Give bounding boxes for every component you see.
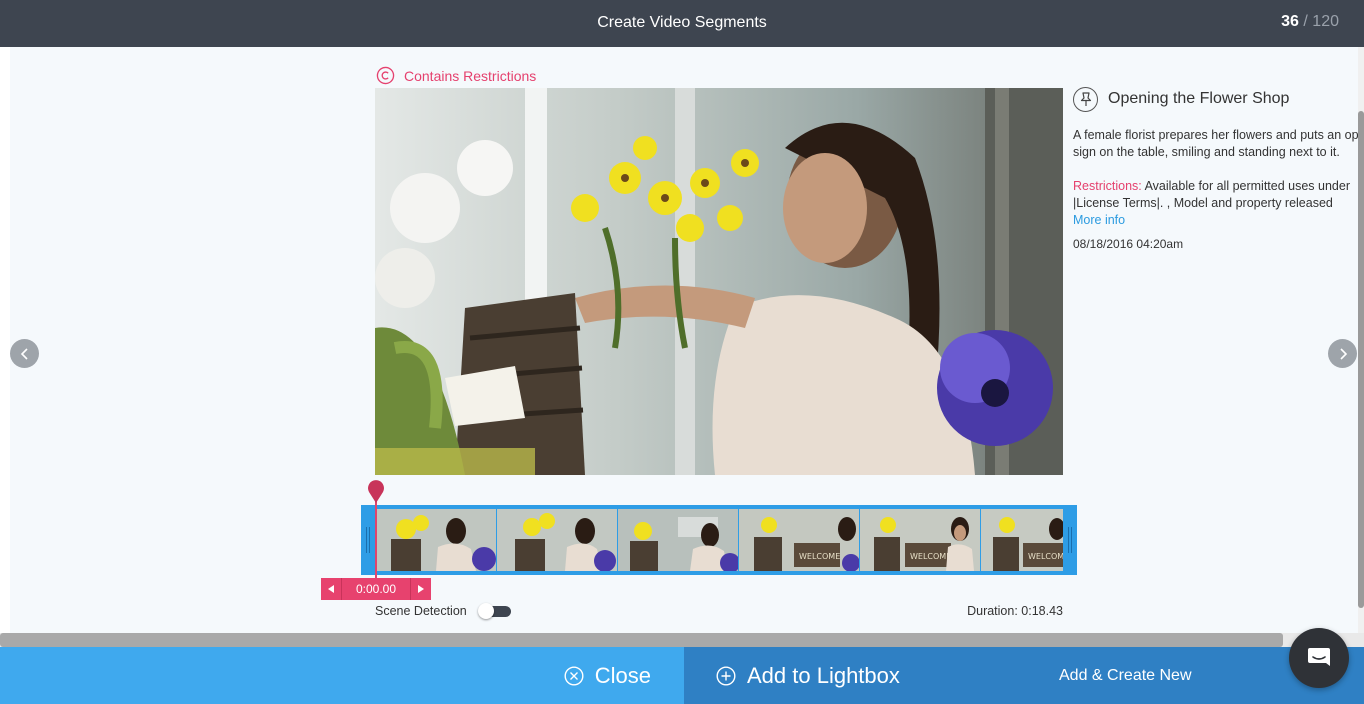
triangle-left-icon [328,585,334,593]
step-back-button[interactable] [321,578,341,600]
scene-detection-label: Scene Detection [375,604,467,618]
vertical-scrollbar[interactable] [1358,47,1364,633]
asset-description: A female florist prepares her flowers an… [1073,128,1364,159]
plus-circle-icon [716,665,736,686]
next-asset-button[interactable] [1328,339,1357,368]
restrictions-text-line2: |License Terms|. , Model and property re… [1073,196,1333,210]
video-duration: Duration: 0:18.43 [967,604,1063,618]
thumbnail-strip: WELCOME WELCOME WELCOME [376,509,1063,571]
restriction-flag-label: Contains Restrictions [404,67,537,84]
restrictions-text-line1: Available for all permitted uses under [1141,179,1351,193]
thumbnail-frame: WELCOME [860,509,981,571]
vertical-scrollbar-thumb[interactable] [1358,111,1364,608]
chat-launcher-button[interactable] [1289,628,1349,688]
restrictions-label: Restrictions: [1073,179,1142,193]
segment-timeline[interactable]: WELCOME WELCOME WELCOME [361,505,1077,575]
chevron-left-icon [20,347,28,360]
asset-info-panel: Opening the Flower Shop A female florist… [1073,86,1364,251]
video-frame-image [375,88,1063,475]
thumbnail-frame [376,509,497,571]
more-info-link[interactable]: More info [1073,212,1364,229]
thumbnail-frame [618,509,739,571]
asset-date: 08/18/2016 04:20am [1073,237,1184,251]
close-button[interactable]: Close [0,647,684,704]
playhead-line[interactable] [375,497,377,579]
add-to-lightbox-label: Add to Lightbox [747,662,900,688]
triangle-right-icon [418,585,424,593]
counter-current: 36 [1281,13,1299,30]
copyright-icon [376,66,395,85]
page-title: Create Video Segments [597,14,767,31]
restriction-flag: Contains Restrictions [376,66,536,85]
segment-start-handle[interactable] [366,527,370,553]
horizontal-scrollbar[interactable] [0,633,1364,647]
header-bar: Create Video Segments 36 / 120 [0,0,1364,47]
add-and-create-new-label: Add & Create New [1059,666,1192,684]
svg-text:WELCOME: WELCOME [1028,552,1063,561]
close-circle-icon [564,665,584,686]
pin-glyph [1080,91,1091,106]
asset-restrictions: Restrictions: Available for all permitte… [1073,178,1364,212]
close-button-label: Close [594,662,651,688]
horizontal-scrollbar-thumb[interactable] [0,633,1283,647]
chevron-right-icon [1339,347,1347,360]
playhead-marker-icon[interactable] [366,480,386,504]
thumbnail-frame [497,509,618,571]
add-to-lightbox-button[interactable]: Add to Lightbox [684,647,937,704]
svg-text:WELCOME: WELCOME [910,552,951,561]
current-time: 0:00.00 [341,578,411,600]
svg-text:WELCOME: WELCOME [799,552,840,561]
footer-actions: Close Add to Lightbox Add & Create New [0,647,1364,704]
pin-icon[interactable] [1073,86,1098,112]
counter-total: 120 [1312,13,1339,30]
asset-title: Opening the Flower Shop [1108,90,1290,107]
asset-counter: 36 / 120 [1281,13,1339,31]
toggle-knob [477,603,494,619]
segment-end-handle[interactable] [1068,527,1072,553]
thumbnail-frame: WELCOME [739,509,860,571]
chat-icon [1308,648,1330,666]
left-gutter [0,47,10,633]
scene-detection-toggle[interactable] [477,603,511,619]
step-forward-button[interactable] [411,578,431,600]
asset-title-row: Opening the Flower Shop [1073,86,1364,112]
counter-separator: / [1298,13,1313,30]
time-control: 0:00.00 [321,578,431,600]
thumbnail-frame: WELCOME [981,509,1063,571]
video-player[interactable] [375,88,1063,475]
scene-detection: Scene Detection [375,603,511,619]
prev-asset-button[interactable] [10,339,39,368]
